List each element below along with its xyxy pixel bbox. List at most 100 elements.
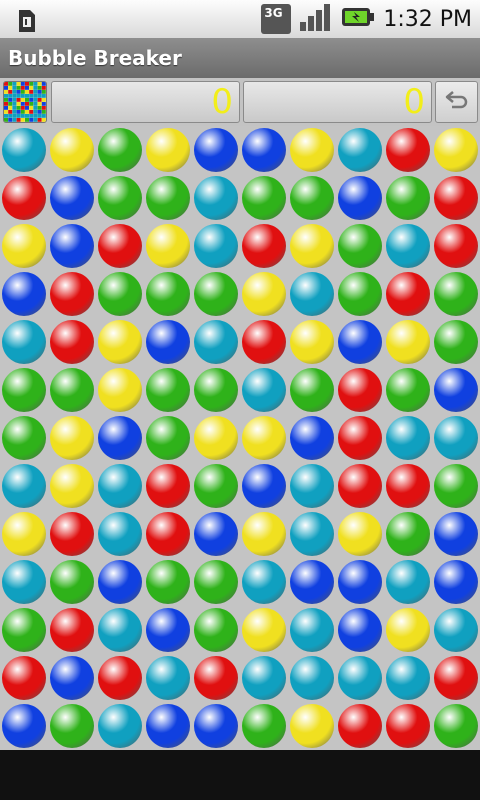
bubble-green[interactable] bbox=[242, 176, 286, 220]
bubble-red[interactable] bbox=[338, 464, 382, 508]
bubble-green[interactable] bbox=[50, 368, 94, 412]
bubble-blue[interactable] bbox=[290, 560, 334, 604]
bubble-yellow[interactable] bbox=[242, 512, 286, 556]
bubble-red[interactable] bbox=[386, 704, 430, 748]
bubble-blue[interactable] bbox=[194, 512, 238, 556]
bubble-red[interactable] bbox=[338, 416, 382, 460]
bubble-red[interactable] bbox=[194, 656, 238, 700]
bubble-yellow[interactable] bbox=[242, 608, 286, 652]
bubble-yellow[interactable] bbox=[242, 272, 286, 316]
bubble-blue[interactable] bbox=[434, 512, 478, 556]
bubble-blue[interactable] bbox=[50, 224, 94, 268]
bubble-green[interactable] bbox=[194, 464, 238, 508]
bubble-red[interactable] bbox=[338, 704, 382, 748]
bubble-green[interactable] bbox=[194, 608, 238, 652]
bubble-green[interactable] bbox=[146, 272, 190, 316]
bubble-green[interactable] bbox=[146, 560, 190, 604]
bubble-green[interactable] bbox=[386, 512, 430, 556]
bubble-blue[interactable] bbox=[146, 320, 190, 364]
bubble-green[interactable] bbox=[386, 176, 430, 220]
bubble-red[interactable] bbox=[146, 464, 190, 508]
bubble-green[interactable] bbox=[386, 368, 430, 412]
bubble-red[interactable] bbox=[242, 320, 286, 364]
bubble-yellow[interactable] bbox=[50, 464, 94, 508]
bubble-yellow[interactable] bbox=[386, 608, 430, 652]
bubble-blue[interactable] bbox=[434, 560, 478, 604]
bubble-yellow[interactable] bbox=[98, 320, 142, 364]
bubble-blue[interactable] bbox=[98, 560, 142, 604]
bubble-red[interactable] bbox=[2, 176, 46, 220]
bubble-cyan[interactable] bbox=[290, 464, 334, 508]
bubble-green[interactable] bbox=[2, 368, 46, 412]
bubble-cyan[interactable] bbox=[386, 224, 430, 268]
bubble-blue[interactable] bbox=[146, 704, 190, 748]
bubble-red[interactable] bbox=[386, 272, 430, 316]
bubble-blue[interactable] bbox=[338, 608, 382, 652]
bubble-cyan[interactable] bbox=[290, 608, 334, 652]
bubble-blue[interactable] bbox=[434, 368, 478, 412]
bubble-green[interactable] bbox=[434, 272, 478, 316]
bubble-yellow[interactable] bbox=[290, 128, 334, 172]
bubble-green[interactable] bbox=[194, 368, 238, 412]
bubble-green[interactable] bbox=[98, 272, 142, 316]
bubble-green[interactable] bbox=[434, 464, 478, 508]
bubble-green[interactable] bbox=[50, 560, 94, 604]
bubble-blue[interactable] bbox=[194, 704, 238, 748]
bubble-blue[interactable] bbox=[146, 608, 190, 652]
bubble-cyan[interactable] bbox=[386, 656, 430, 700]
bubble-cyan[interactable] bbox=[290, 272, 334, 316]
bubble-red[interactable] bbox=[2, 656, 46, 700]
bubble-blue[interactable] bbox=[338, 176, 382, 220]
bubble-green[interactable] bbox=[98, 176, 142, 220]
bubble-green[interactable] bbox=[338, 272, 382, 316]
bubble-cyan[interactable] bbox=[98, 608, 142, 652]
bubble-blue[interactable] bbox=[194, 128, 238, 172]
bubble-cyan[interactable] bbox=[2, 128, 46, 172]
bubble-red[interactable] bbox=[338, 368, 382, 412]
bubble-green[interactable] bbox=[194, 272, 238, 316]
bubble-green[interactable] bbox=[146, 368, 190, 412]
bubble-red[interactable] bbox=[50, 512, 94, 556]
bubble-cyan[interactable] bbox=[242, 560, 286, 604]
bubble-blue[interactable] bbox=[338, 320, 382, 364]
bubble-green[interactable] bbox=[146, 416, 190, 460]
bubble-cyan[interactable] bbox=[338, 128, 382, 172]
bubble-cyan[interactable] bbox=[2, 464, 46, 508]
bubble-cyan[interactable] bbox=[434, 608, 478, 652]
bubble-green[interactable] bbox=[2, 608, 46, 652]
bubble-red[interactable] bbox=[50, 320, 94, 364]
bubble-green[interactable] bbox=[194, 560, 238, 604]
bubble-cyan[interactable] bbox=[194, 176, 238, 220]
bubble-cyan[interactable] bbox=[98, 512, 142, 556]
bubble-yellow[interactable] bbox=[98, 368, 142, 412]
bubble-yellow[interactable] bbox=[290, 320, 334, 364]
bubble-blue[interactable] bbox=[338, 560, 382, 604]
bubble-red[interactable] bbox=[386, 128, 430, 172]
bubble-yellow[interactable] bbox=[194, 416, 238, 460]
bubble-red[interactable] bbox=[242, 224, 286, 268]
bubble-yellow[interactable] bbox=[2, 512, 46, 556]
bubble-cyan[interactable] bbox=[290, 512, 334, 556]
bubble-yellow[interactable] bbox=[290, 224, 334, 268]
bubble-green[interactable] bbox=[98, 128, 142, 172]
bubble-cyan[interactable] bbox=[290, 656, 334, 700]
bubble-blue[interactable] bbox=[290, 416, 334, 460]
bubble-yellow[interactable] bbox=[50, 128, 94, 172]
bubble-green[interactable] bbox=[2, 416, 46, 460]
bubble-blue[interactable] bbox=[2, 272, 46, 316]
bubble-cyan[interactable] bbox=[98, 704, 142, 748]
bubble-cyan[interactable] bbox=[386, 416, 430, 460]
bubble-red[interactable] bbox=[434, 224, 478, 268]
bubble-red[interactable] bbox=[50, 608, 94, 652]
bubble-blue[interactable] bbox=[98, 416, 142, 460]
bubble-yellow[interactable] bbox=[290, 704, 334, 748]
bubble-blue[interactable] bbox=[2, 704, 46, 748]
bubble-cyan[interactable] bbox=[98, 464, 142, 508]
bubble-yellow[interactable] bbox=[338, 512, 382, 556]
bubble-red[interactable] bbox=[98, 656, 142, 700]
board-thumbnail-button[interactable] bbox=[3, 81, 47, 123]
bubble-red[interactable] bbox=[146, 512, 190, 556]
bubble-yellow[interactable] bbox=[386, 320, 430, 364]
bubble-cyan[interactable] bbox=[434, 416, 478, 460]
bubble-cyan[interactable] bbox=[2, 560, 46, 604]
